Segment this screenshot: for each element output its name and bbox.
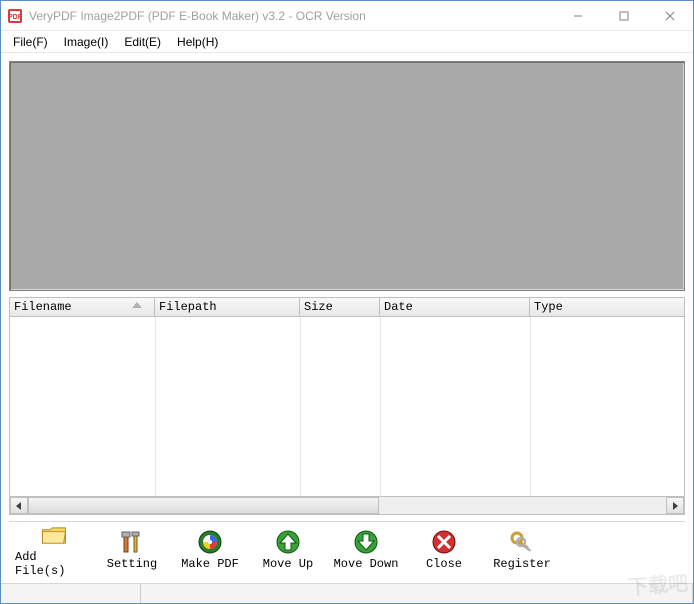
register-label: Register — [493, 557, 551, 571]
window-title: VeryPDF Image2PDF (PDF E-Book Maker) v3.… — [29, 9, 555, 23]
keys-icon — [508, 530, 536, 554]
setting-button[interactable]: Setting — [93, 524, 171, 578]
column-header-filepath[interactable]: Filepath — [155, 298, 300, 316]
column-header-filename[interactable]: Filename — [10, 298, 155, 316]
register-button[interactable]: Register — [483, 524, 561, 578]
arrow-up-icon — [274, 530, 302, 554]
close-program-icon — [430, 530, 458, 554]
column-header-date[interactable]: Date — [380, 298, 530, 316]
sort-indicator-icon — [132, 302, 142, 308]
folder-icon — [40, 524, 68, 547]
scroll-thumb[interactable] — [28, 497, 379, 514]
svg-text:PDF: PDF — [8, 14, 23, 21]
scroll-track[interactable] — [28, 497, 666, 514]
close-program-button[interactable]: Close — [405, 524, 483, 578]
play-icon — [196, 530, 224, 554]
setting-label: Setting — [107, 557, 157, 571]
statusbar — [1, 583, 693, 603]
table-body[interactable] — [9, 317, 685, 497]
titlebar: PDF VeryPDF Image2PDF (PDF E-Book Maker)… — [1, 1, 693, 31]
column-label-filename: Filename — [14, 300, 72, 314]
close-label: Close — [426, 557, 462, 571]
file-table: Filename Filepath Size Date Type — [9, 297, 685, 515]
column-header-type[interactable]: Type — [530, 298, 684, 316]
content-area: Filename Filepath Size Date Type — [1, 53, 693, 583]
chevron-left-icon — [15, 502, 23, 510]
close-button[interactable] — [647, 1, 693, 30]
column-header-size[interactable]: Size — [300, 298, 380, 316]
scroll-left-button[interactable] — [10, 497, 28, 514]
minimize-icon — [573, 11, 583, 21]
window-controls — [555, 1, 693, 30]
toolbar: Add File(s) Setting Make PDF — [9, 521, 685, 579]
tools-icon — [118, 530, 146, 554]
menu-file[interactable]: File(F) — [5, 33, 56, 51]
menu-image[interactable]: Image(I) — [56, 33, 117, 51]
app-icon: PDF — [7, 8, 23, 24]
horizontal-scrollbar[interactable] — [9, 497, 685, 515]
menu-edit[interactable]: Edit(E) — [116, 33, 169, 51]
make-pdf-button[interactable]: Make PDF — [171, 524, 249, 578]
chevron-right-icon — [671, 502, 679, 510]
move-up-label: Move Up — [263, 557, 313, 571]
maximize-icon — [619, 11, 629, 21]
move-up-button[interactable]: Move Up — [249, 524, 327, 578]
menu-help[interactable]: Help(H) — [169, 33, 226, 51]
menubar: File(F) Image(I) Edit(E) Help(H) — [1, 31, 693, 53]
table-header: Filename Filepath Size Date Type — [9, 297, 685, 317]
move-down-button[interactable]: Move Down — [327, 524, 405, 578]
add-files-label: Add File(s) — [15, 550, 93, 578]
make-pdf-label: Make PDF — [181, 557, 239, 571]
add-files-button[interactable]: Add File(s) — [15, 524, 93, 578]
status-segment — [141, 584, 693, 603]
minimize-button[interactable] — [555, 1, 601, 30]
preview-panel — [9, 61, 685, 291]
scroll-right-button[interactable] — [666, 497, 684, 514]
maximize-button[interactable] — [601, 1, 647, 30]
arrow-down-icon — [352, 530, 380, 554]
status-segment — [1, 584, 141, 603]
close-icon — [665, 11, 675, 21]
move-down-label: Move Down — [334, 557, 399, 571]
